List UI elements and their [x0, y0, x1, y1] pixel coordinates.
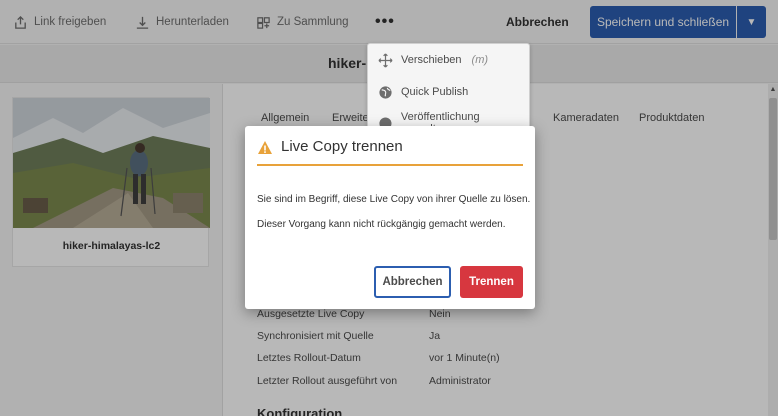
- menu-item-quick-publish[interactable]: Quick Publish: [378, 82, 468, 102]
- more-actions-popover: Verschieben (m) Quick Publish Veröffentl…: [367, 43, 530, 135]
- menu-item-quick-publish-label: Quick Publish: [401, 86, 469, 98]
- move-icon: [378, 53, 393, 67]
- dialog-warning-message: Dieser Vorgang kann nicht rückgängig gem…: [257, 219, 506, 230]
- dialog-title: Live Copy trennen: [281, 138, 403, 155]
- detach-button[interactable]: Trennen: [460, 266, 523, 298]
- menu-item-move-label: Verschieben: [401, 54, 462, 66]
- dialog-message: Sie sind im Begriff, diese Live Copy von…: [257, 194, 531, 205]
- menu-item-move[interactable]: Verschieben (m): [378, 50, 488, 70]
- globe-icon: [379, 85, 392, 99]
- detach-live-copy-dialog: Live Copy trennen Sie sind im Begriff, d…: [245, 126, 535, 309]
- warning-icon: [258, 141, 272, 154]
- menu-item-move-shortcut: (m): [471, 54, 489, 66]
- dialog-header: Live Copy trennen: [257, 138, 523, 166]
- dialog-cancel-button[interactable]: Abbrechen: [374, 266, 451, 298]
